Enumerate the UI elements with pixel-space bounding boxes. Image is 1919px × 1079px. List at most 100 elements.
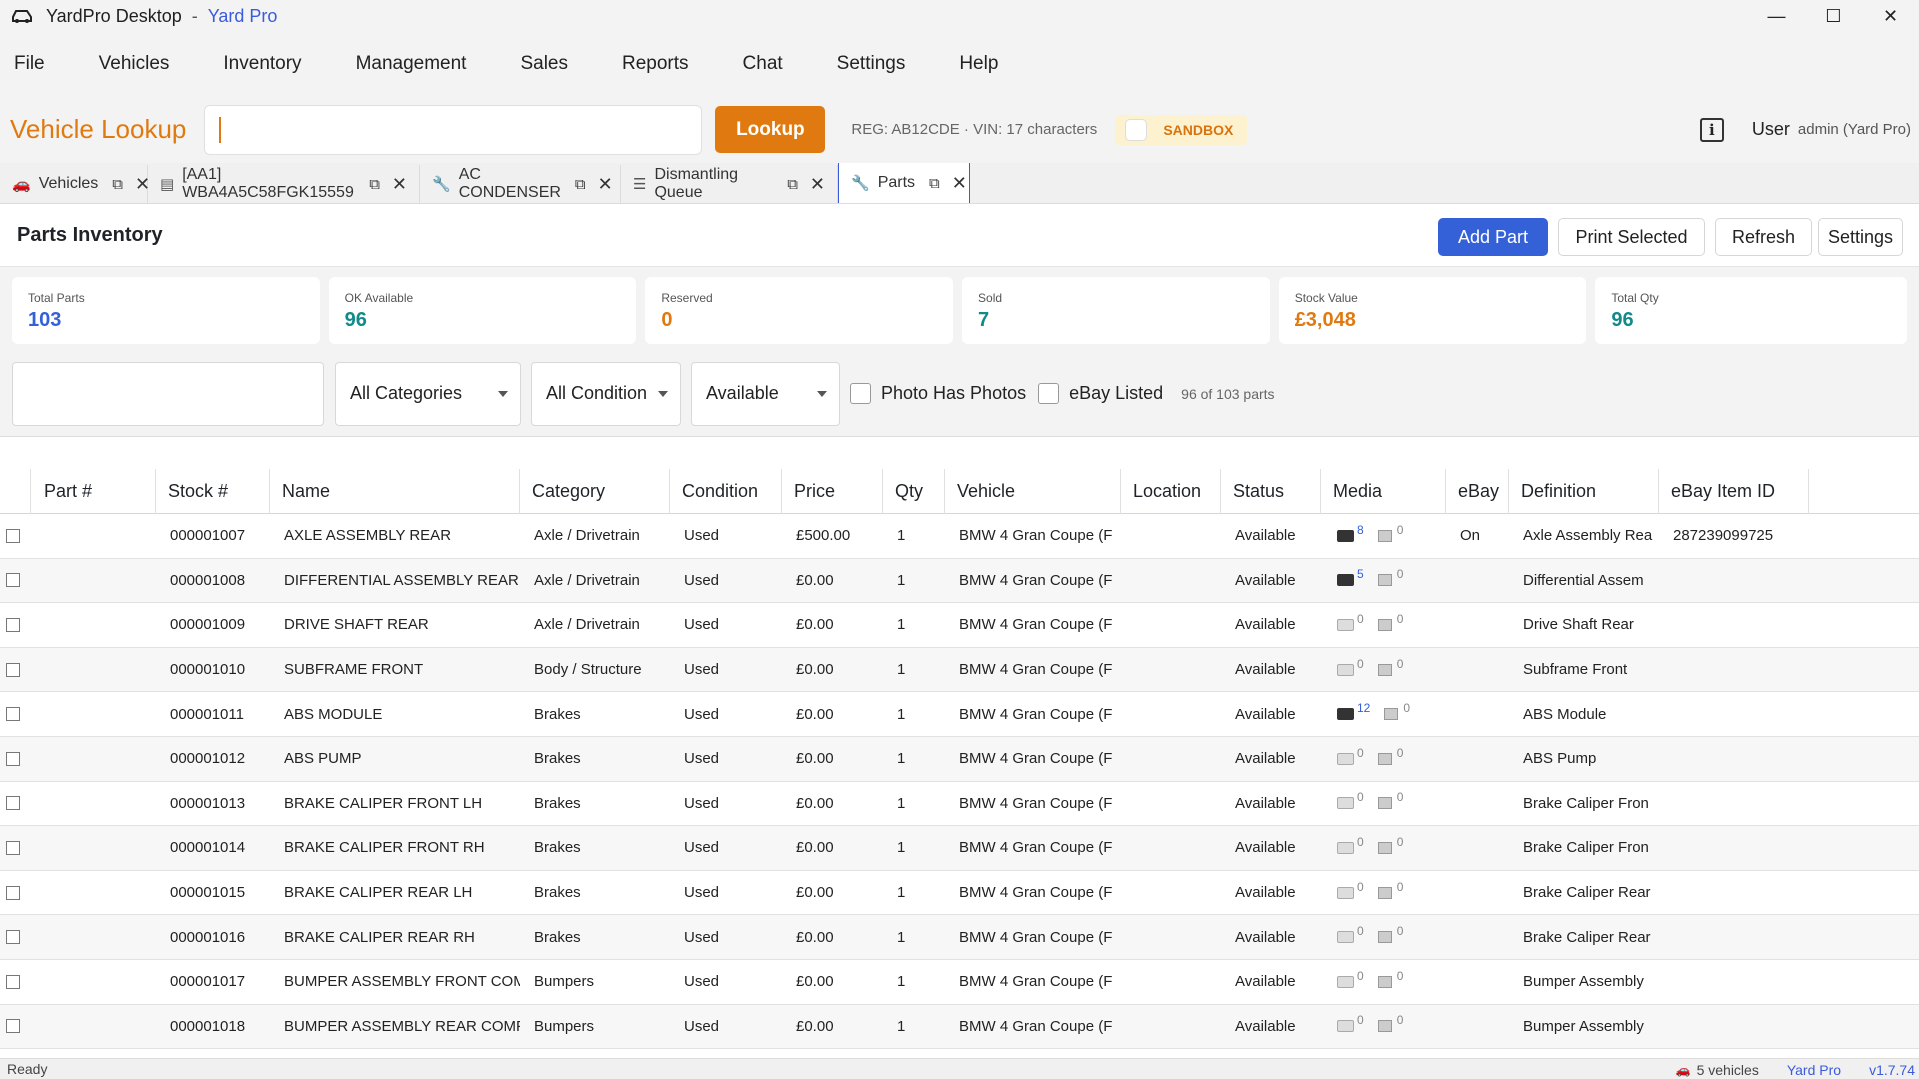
row-checkbox[interactable] [6, 617, 20, 632]
row-checkbox-cell[interactable] [0, 1005, 31, 1049]
tab-dismantling-queue[interactable]: ☰ Dismantling Queue ⧉ ✕ [621, 165, 838, 203]
close-window-button[interactable]: ✕ [1862, 0, 1919, 32]
camera-icon[interactable] [1337, 752, 1354, 765]
row-checkbox-cell[interactable] [0, 782, 31, 826]
camera-icon[interactable] [1337, 886, 1354, 899]
info-icon[interactable]: i [1699, 117, 1724, 142]
tab-ac-condenser[interactable]: 🔧 AC CONDENSER ⧉ ✕ [420, 165, 621, 203]
row-checkbox-cell[interactable] [0, 603, 31, 647]
video-icon[interactable] [1377, 618, 1392, 631]
close-icon[interactable]: ✕ [952, 173, 967, 194]
popout-icon[interactable]: ⧉ [369, 176, 380, 193]
col-stock-number[interactable]: Stock # [156, 469, 270, 514]
popout-icon[interactable]: ⧉ [112, 176, 123, 193]
search-input[interactable] [12, 361, 324, 426]
camera-icon[interactable] [1337, 529, 1354, 542]
camera-icon[interactable] [1337, 663, 1354, 676]
table-row[interactable]: 000001007 AXLE ASSEMBLY REAR Axle / Drivet… [0, 514, 1919, 559]
menu-sales[interactable]: Sales [520, 53, 568, 75]
add-part-button[interactable]: Add Part [1438, 218, 1548, 256]
maximize-button[interactable]: ☐ [1805, 0, 1862, 32]
close-icon[interactable]: ✕ [392, 174, 407, 195]
camera-icon[interactable] [1337, 1020, 1354, 1033]
row-checkbox[interactable] [6, 885, 20, 900]
popout-icon[interactable]: ⧉ [787, 176, 798, 193]
close-icon[interactable]: ✕ [598, 174, 613, 195]
row-checkbox-cell[interactable] [0, 692, 31, 736]
popout-icon[interactable]: ⧉ [575, 176, 586, 193]
camera-icon[interactable] [1337, 618, 1354, 631]
lookup-input[interactable] [204, 104, 703, 155]
camera-icon[interactable] [1337, 841, 1354, 854]
lookup-button[interactable]: Lookup [715, 106, 826, 153]
video-icon[interactable] [1384, 708, 1399, 721]
camera-icon[interactable] [1337, 931, 1354, 944]
row-checkbox[interactable] [6, 974, 20, 989]
table-row[interactable]: 000001011 ABS MODULE Brakes Used £0.00 1 BMW 4… [0, 692, 1919, 737]
menu-chat[interactable]: Chat [743, 53, 783, 75]
col-location[interactable]: Location [1121, 469, 1221, 514]
row-checkbox-cell[interactable] [0, 737, 31, 781]
row-checkbox-cell[interactable] [0, 915, 31, 959]
row-checkbox[interactable] [6, 707, 20, 722]
menu-reports[interactable]: Reports [622, 53, 689, 75]
row-checkbox[interactable] [6, 751, 20, 766]
menu-settings[interactable]: Settings [837, 53, 906, 75]
sandbox-checkbox[interactable] [1125, 118, 1148, 141]
row-checkbox[interactable] [6, 840, 20, 855]
video-icon[interactable] [1377, 752, 1392, 765]
table-row[interactable]: 000001016 BRAKE CALIPER REAR RH Brakes Used… [0, 915, 1919, 960]
col-condition[interactable]: Condition [670, 469, 782, 514]
menu-help[interactable]: Help [959, 53, 998, 75]
table-row[interactable]: 000001014 BRAKE CALIPER FRONT RH Brakes Use… [0, 826, 1919, 871]
video-icon[interactable] [1377, 975, 1392, 988]
video-icon[interactable] [1377, 663, 1392, 676]
row-checkbox-cell[interactable] [0, 559, 31, 603]
row-checkbox-cell[interactable] [0, 871, 31, 915]
row-checkbox[interactable] [6, 528, 20, 543]
table-row[interactable]: 000001009 DRIVE SHAFT REAR Axle / Drivetra… [0, 603, 1919, 648]
col-price[interactable]: Price [782, 469, 883, 514]
row-checkbox[interactable] [6, 573, 20, 588]
menu-management[interactable]: Management [356, 53, 467, 75]
video-icon[interactable] [1377, 1020, 1392, 1033]
menu-vehicles[interactable]: Vehicles [99, 53, 170, 75]
table-row[interactable]: 000001008 DIFFERENTIAL ASSEMBLY REAR Axle … [0, 558, 1919, 604]
camera-icon[interactable] [1337, 975, 1354, 988]
row-checkbox[interactable] [6, 1019, 20, 1034]
sandbox-toggle[interactable]: SANDBOX [1115, 114, 1248, 145]
menu-inventory[interactable]: Inventory [223, 53, 301, 75]
table-row[interactable]: 000001012 ABS PUMP Brakes Used £0.00 1 BMW 4 G… [0, 736, 1919, 782]
table-row[interactable]: 000001018 BUMPER ASSEMBLY REAR COMPI Bumpe… [0, 1004, 1919, 1050]
condition-select[interactable]: All Condition [531, 361, 681, 426]
row-checkbox-cell[interactable] [0, 960, 31, 1004]
refresh-button[interactable]: Refresh [1715, 218, 1812, 256]
col-status[interactable]: Status [1221, 469, 1321, 514]
video-icon[interactable] [1377, 797, 1392, 810]
col-definition[interactable]: Definition [1509, 469, 1659, 514]
ebay-checkbox[interactable] [1038, 383, 1060, 404]
col-vehicle[interactable]: Vehicle [945, 469, 1121, 514]
settings-button[interactable]: Settings [1818, 218, 1903, 256]
tab-parts[interactable]: 🔧 Parts ⧉ ✕ [838, 162, 970, 203]
row-checkbox-cell[interactable] [0, 826, 31, 870]
table-row[interactable]: 000001010 SUBFRAME FRONT Body / Structure U… [0, 647, 1919, 693]
camera-icon[interactable] [1337, 708, 1354, 721]
minimize-button[interactable]: — [1748, 0, 1805, 32]
row-checkbox[interactable] [6, 930, 20, 945]
table-row[interactable]: 000001013 BRAKE CALIPER FRONT LH Brakes Use… [0, 782, 1919, 827]
tab-vehicles[interactable]: 🚗 Vehicles ⧉ ✕ [0, 165, 150, 203]
row-checkbox-cell[interactable] [0, 648, 31, 692]
print-selected-button[interactable]: Print Selected [1558, 218, 1705, 256]
category-select[interactable]: All Categories [335, 361, 521, 426]
tab-vehicle-record[interactable]: ▤ [AA1] WBA4A5C58FGK15559 ⧉ ✕ [148, 165, 420, 203]
popout-icon[interactable]: ⧉ [929, 175, 940, 192]
status-select[interactable]: Available [691, 361, 840, 426]
col-media[interactable]: Media [1321, 469, 1446, 514]
photo-checkbox[interactable] [850, 383, 871, 404]
video-icon[interactable] [1377, 931, 1392, 944]
camera-icon[interactable] [1337, 797, 1354, 810]
close-icon[interactable]: ✕ [810, 174, 825, 195]
row-checkbox[interactable] [6, 662, 20, 677]
col-ebay-item-id[interactable]: eBay Item ID [1659, 469, 1809, 514]
